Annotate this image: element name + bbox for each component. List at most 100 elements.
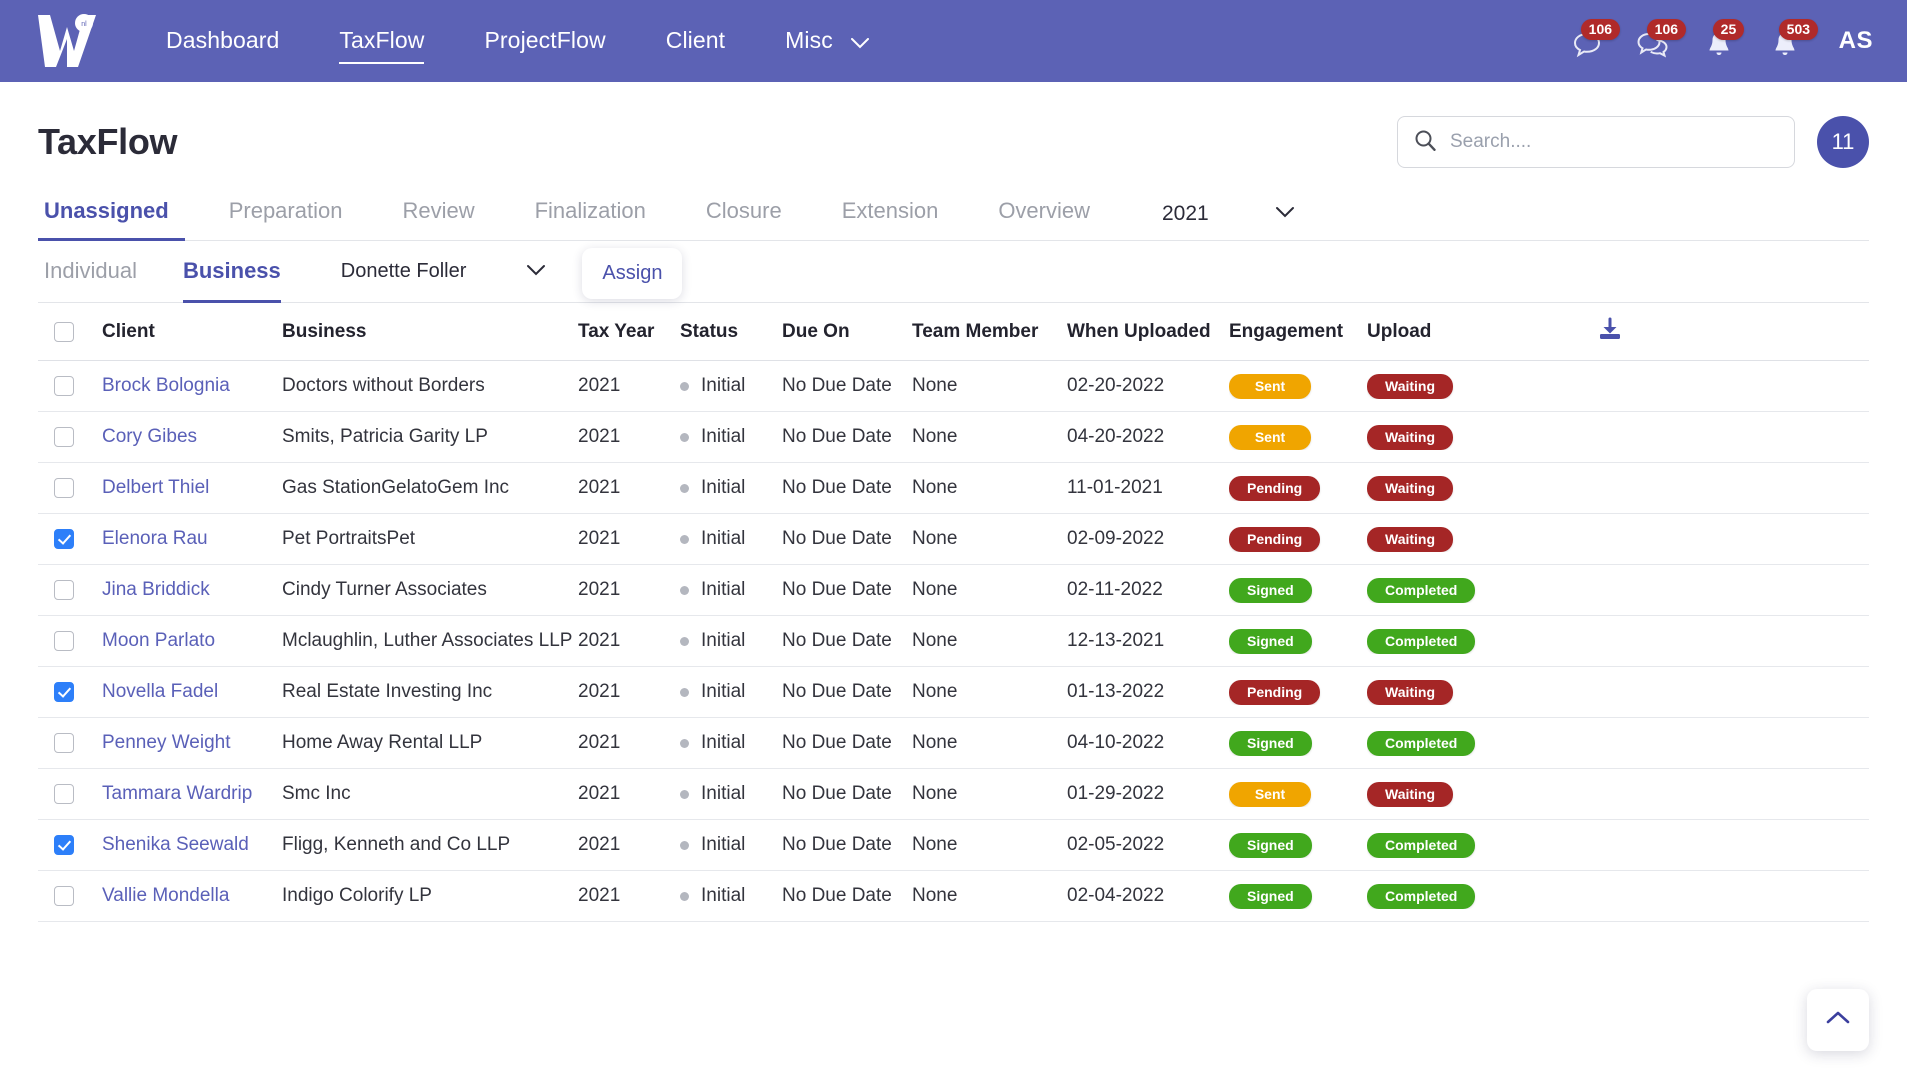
subtab-business[interactable]: Business <box>183 241 281 302</box>
table-row[interactable]: Delbert ThielGas StationGelatoGem Inc202… <box>38 463 1869 514</box>
record-count-bubble[interactable]: 11 <box>1817 116 1869 168</box>
row-checkbox[interactable] <box>54 835 74 855</box>
engagement-status-badge[interactable]: Pending <box>1229 476 1320 501</box>
client-link[interactable]: Jina Briddick <box>102 579 210 601</box>
download-icon[interactable] <box>1597 317 1623 347</box>
row-select-cell <box>38 427 102 447</box>
row-checkbox[interactable] <box>54 580 74 600</box>
engagement-status-badge[interactable]: Signed <box>1229 578 1312 603</box>
select-all-checkbox[interactable] <box>54 322 74 342</box>
reminders-notification[interactable]: 503 <box>1765 19 1805 63</box>
cell-due-on: No Due Date <box>782 579 912 601</box>
column-header-business[interactable]: Business <box>282 321 578 343</box>
nav-link-dashboard[interactable]: Dashboard <box>136 21 309 60</box>
search-input[interactable] <box>1450 131 1778 153</box>
upload-status-badge[interactable]: Waiting <box>1367 680 1453 705</box>
engagement-status-badge[interactable]: Pending <box>1229 680 1320 705</box>
nav-link-label: ProjectFlow <box>484 27 605 53</box>
taxflow-table: Client Business Tax Year Status Due On T… <box>38 303 1869 922</box>
upload-status-badge[interactable]: Waiting <box>1367 374 1453 399</box>
engagement-status-badge[interactable]: Signed <box>1229 884 1312 909</box>
nav-link-taxflow[interactable]: TaxFlow <box>309 21 454 60</box>
client-link[interactable]: Delbert Thiel <box>102 477 209 499</box>
tab-extension[interactable]: Extension <box>812 188 969 240</box>
table-row[interactable]: Jina BriddickCindy Turner Associates2021… <box>38 565 1869 616</box>
table-row[interactable]: Shenika SeewaldFligg, Kenneth and Co LLP… <box>38 820 1869 871</box>
upload-status-badge[interactable]: Waiting <box>1367 425 1453 450</box>
table-row[interactable]: Brock BologniaDoctors without Borders202… <box>38 361 1869 412</box>
client-link[interactable]: Penney Weight <box>102 732 231 754</box>
alerts-notification[interactable]: 25 <box>1699 19 1739 63</box>
chats-notification[interactable]: 106 <box>1633 19 1673 63</box>
row-checkbox[interactable] <box>54 682 74 702</box>
row-checkbox[interactable] <box>54 631 74 651</box>
nav-link-projectflow[interactable]: ProjectFlow <box>454 21 635 60</box>
column-header-team-member[interactable]: Team Member <box>912 321 1067 343</box>
column-header-status[interactable]: Status <box>680 321 782 343</box>
table-row[interactable]: Penney WeightHome Away Rental LLP2021Ini… <box>38 718 1869 769</box>
column-header-when-uploaded[interactable]: When Uploaded <box>1067 321 1229 343</box>
client-link[interactable]: Cory Gibes <box>102 426 197 448</box>
client-link[interactable]: Brock Bolognia <box>102 375 230 397</box>
engagement-status-badge[interactable]: Sent <box>1229 782 1311 807</box>
tab-preparation[interactable]: Preparation <box>199 188 373 240</box>
upload-status-badge[interactable]: Waiting <box>1367 476 1453 501</box>
table-row[interactable]: Tammara WardripSmc Inc2021InitialNo Due … <box>38 769 1869 820</box>
upload-status-badge[interactable]: Completed <box>1367 884 1475 909</box>
client-link[interactable]: Vallie Mondella <box>102 885 229 907</box>
engagement-status-badge[interactable]: Signed <box>1229 629 1312 654</box>
tab-unassigned[interactable]: Unassigned <box>38 188 199 240</box>
messages-notification[interactable]: 106 <box>1567 19 1607 63</box>
client-link[interactable]: Tammara Wardrip <box>102 783 252 805</box>
table-row[interactable]: Novella FadelReal Estate Investing Inc20… <box>38 667 1869 718</box>
cell-team-member: None <box>912 681 1067 703</box>
upload-status-badge[interactable]: Completed <box>1367 629 1475 654</box>
tab-label: Review <box>402 198 474 223</box>
upload-status-badge[interactable]: Completed <box>1367 578 1475 603</box>
row-checkbox[interactable] <box>54 886 74 906</box>
year-dropdown[interactable]: 2021 <box>1162 202 1295 240</box>
cell-engagement: Signed <box>1229 578 1367 603</box>
engagement-status-badge[interactable]: Signed <box>1229 731 1312 756</box>
avatar[interactable]: AS <box>1839 27 1873 55</box>
tab-closure[interactable]: Closure <box>676 188 812 240</box>
nav-link-misc[interactable]: Misc <box>755 21 899 61</box>
column-header-client[interactable]: Client <box>102 321 282 343</box>
wolters-w-logo[interactable]: nl <box>34 13 100 69</box>
subtab-individual[interactable]: Individual <box>44 241 137 302</box>
table-row[interactable]: Cory GibesSmits, Patricia Garity LP2021I… <box>38 412 1869 463</box>
table-row[interactable]: Elenora RauPet PortraitsPet2021InitialNo… <box>38 514 1869 565</box>
tab-overview[interactable]: Overview <box>968 188 1120 240</box>
table-row[interactable]: Moon ParlatoMclaughlin, Luther Associate… <box>38 616 1869 667</box>
client-link[interactable]: Novella Fadel <box>102 681 218 703</box>
row-checkbox[interactable] <box>54 784 74 804</box>
row-checkbox[interactable] <box>54 478 74 498</box>
row-checkbox[interactable] <box>54 733 74 753</box>
row-checkbox[interactable] <box>54 427 74 447</box>
row-checkbox[interactable] <box>54 529 74 549</box>
upload-status-badge[interactable]: Waiting <box>1367 782 1453 807</box>
engagement-status-badge[interactable]: Pending <box>1229 527 1320 552</box>
column-header-due-on[interactable]: Due On <box>782 321 912 343</box>
column-header-upload[interactable]: Upload <box>1367 321 1529 343</box>
engagement-status-badge[interactable]: Signed <box>1229 833 1312 858</box>
upload-status-badge[interactable]: Waiting <box>1367 527 1453 552</box>
tab-finalization[interactable]: Finalization <box>505 188 676 240</box>
team-member-dropdown[interactable]: Donette Foller <box>341 260 547 283</box>
client-link[interactable]: Moon Parlato <box>102 630 215 652</box>
search-box[interactable] <box>1397 116 1795 168</box>
upload-status-badge[interactable]: Completed <box>1367 833 1475 858</box>
nav-link-client[interactable]: Client <box>636 21 755 60</box>
upload-status-badge[interactable]: Completed <box>1367 731 1475 756</box>
scroll-to-top-button[interactable] <box>1807 989 1869 1051</box>
column-header-tax-year[interactable]: Tax Year <box>578 321 680 343</box>
tab-review[interactable]: Review <box>372 188 504 240</box>
column-header-engagement[interactable]: Engagement <box>1229 321 1367 343</box>
assign-button[interactable]: Assign <box>582 248 682 299</box>
row-checkbox[interactable] <box>54 376 74 396</box>
table-row[interactable]: Vallie MondellaIndigo Colorify LP2021Ini… <box>38 871 1869 922</box>
client-link[interactable]: Elenora Rau <box>102 528 208 550</box>
engagement-status-badge[interactable]: Sent <box>1229 374 1311 399</box>
client-link[interactable]: Shenika Seewald <box>102 834 249 856</box>
engagement-status-badge[interactable]: Sent <box>1229 425 1311 450</box>
